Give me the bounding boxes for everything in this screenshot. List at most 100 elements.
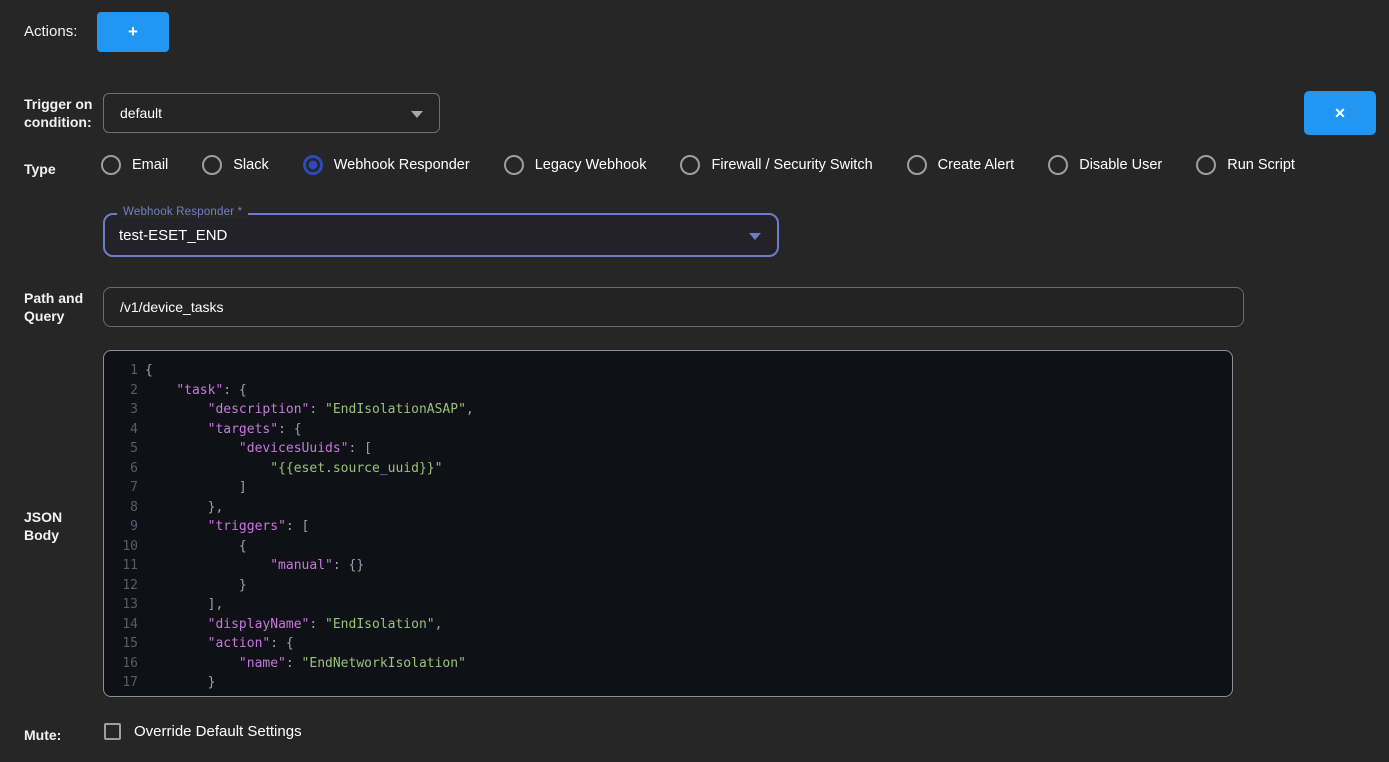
radio-label-run-script: Run Script xyxy=(1227,157,1295,173)
add-action-button[interactable]: + xyxy=(97,12,169,52)
line-number: 4 xyxy=(104,420,138,440)
code-line-14: 14 "displayName": "EndIsolation", xyxy=(104,615,1232,635)
radio-icon xyxy=(1196,155,1216,175)
radio-slack[interactable]: Slack xyxy=(202,155,268,175)
line-number: 10 xyxy=(104,537,138,557)
action-config-panel: Actions: + Trigger on condition: default… xyxy=(0,0,1389,762)
radio-label-email: Email xyxy=(132,157,168,173)
line-content: "action": { xyxy=(138,634,294,654)
code-lines: 1{2 "task": {3 "description": "EndIsolat… xyxy=(104,361,1232,697)
code-line-11: 11 "manual": {} xyxy=(104,556,1232,576)
line-content: }, xyxy=(138,498,223,518)
line-number: 18 xyxy=(104,693,138,698)
chevron-down-icon xyxy=(411,111,423,118)
code-line-12: 12 } xyxy=(104,576,1232,596)
code-line-1: 1{ xyxy=(104,361,1232,381)
line-number: 17 xyxy=(104,673,138,693)
path-query-label: Path and Query xyxy=(24,289,83,325)
radio-icon xyxy=(1048,155,1068,175)
line-content: } xyxy=(138,576,247,596)
line-number: 5 xyxy=(104,439,138,459)
line-number: 3 xyxy=(104,400,138,420)
webhook-responder-select[interactable]: Webhook Responder * test-ESET_END xyxy=(103,213,779,257)
radio-icon xyxy=(680,155,700,175)
code-line-4: 4 "targets": { xyxy=(104,420,1232,440)
line-content: "description": "EndIsolationASAP", xyxy=(138,400,474,420)
radio-label-disable-user: Disable User xyxy=(1079,157,1162,173)
remove-action-button[interactable]: ✕ xyxy=(1304,91,1376,135)
line-number: 12 xyxy=(104,576,138,596)
code-line-15: 15 "action": { xyxy=(104,634,1232,654)
line-content: "task": { xyxy=(138,381,247,401)
code-line-10: 10 { xyxy=(104,537,1232,557)
radio-email[interactable]: Email xyxy=(101,155,168,175)
mute-override-row: Override Default Settings xyxy=(104,723,302,740)
radio-icon xyxy=(504,155,524,175)
line-content: "triggers": [ xyxy=(138,517,309,537)
radio-icon xyxy=(907,155,927,175)
line-number: 15 xyxy=(104,634,138,654)
line-number: 6 xyxy=(104,459,138,479)
code-line-2: 2 "task": { xyxy=(104,381,1232,401)
line-number: 1 xyxy=(104,361,138,381)
line-content: "devicesUuids": [ xyxy=(138,439,372,459)
webhook-responder-floating-label: Webhook Responder * xyxy=(117,206,248,218)
radio-icon xyxy=(303,155,323,175)
radio-legacy-webhook[interactable]: Legacy Webhook xyxy=(504,155,647,175)
line-content: } xyxy=(138,693,184,698)
radio-disable-user[interactable]: Disable User xyxy=(1048,155,1162,175)
radio-label-legacy-webhook: Legacy Webhook xyxy=(535,157,647,173)
code-line-16: 16 "name": "EndNetworkIsolation" xyxy=(104,654,1232,674)
radio-icon xyxy=(101,155,121,175)
line-content: { xyxy=(138,537,247,557)
code-line-7: 7 ] xyxy=(104,478,1232,498)
path-query-label-line2: Query xyxy=(24,307,83,325)
trigger-condition-label-line1: Trigger on xyxy=(24,95,92,113)
mute-label: Mute: xyxy=(24,726,61,744)
radio-firewall-security-switch[interactable]: Firewall / Security Switch xyxy=(680,155,872,175)
code-line-18: 18 } xyxy=(104,693,1232,698)
json-body-label-line1: JSON xyxy=(24,508,62,526)
radio-label-webhook-responder: Webhook Responder xyxy=(334,157,470,173)
line-number: 11 xyxy=(104,556,138,576)
trigger-condition-label: Trigger on condition: xyxy=(24,95,92,131)
type-radio-group: Email Slack Webhook Responder Legacy Webhoo… xyxy=(101,155,1295,175)
line-number: 13 xyxy=(104,595,138,615)
radio-create-alert[interactable]: Create Alert xyxy=(907,155,1015,175)
radio-webhook-responder[interactable]: Webhook Responder xyxy=(303,155,470,175)
actions-label: Actions: xyxy=(24,23,77,41)
radio-label-create-alert: Create Alert xyxy=(938,157,1015,173)
line-number: 8 xyxy=(104,498,138,518)
trigger-condition-label-line2: condition: xyxy=(24,113,92,131)
code-line-17: 17 } xyxy=(104,673,1232,693)
line-number: 9 xyxy=(104,517,138,537)
line-number: 16 xyxy=(104,654,138,674)
radio-icon xyxy=(202,155,222,175)
line-content: { xyxy=(138,361,153,381)
radio-label-slack: Slack xyxy=(233,157,268,173)
type-label: Type xyxy=(24,160,56,178)
line-content: "manual": {} xyxy=(138,556,364,576)
radio-label-firewall-security-switch: Firewall / Security Switch xyxy=(711,157,872,173)
radio-run-script[interactable]: Run Script xyxy=(1196,155,1295,175)
trigger-condition-select[interactable]: default xyxy=(103,93,440,133)
line-number: 7 xyxy=(104,478,138,498)
line-content: "targets": { xyxy=(138,420,302,440)
line-content: "name": "EndNetworkIsolation" xyxy=(138,654,466,674)
line-content: "{{eset.source_uuid}}" xyxy=(138,459,442,479)
chevron-down-icon xyxy=(749,233,761,240)
code-line-8: 8 }, xyxy=(104,498,1232,518)
code-line-5: 5 "devicesUuids": [ xyxy=(104,439,1232,459)
path-query-input[interactable] xyxy=(103,287,1244,327)
line-content: ] xyxy=(138,478,247,498)
code-line-9: 9 "triggers": [ xyxy=(104,517,1232,537)
json-body-label: JSON Body xyxy=(24,508,62,544)
code-line-6: 6 "{{eset.source_uuid}}" xyxy=(104,459,1232,479)
json-body-label-line2: Body xyxy=(24,526,62,544)
line-number: 2 xyxy=(104,381,138,401)
override-default-settings-label: Override Default Settings xyxy=(134,723,302,740)
json-body-editor[interactable]: 1{2 "task": {3 "description": "EndIsolat… xyxy=(103,350,1233,697)
trigger-condition-selected-value: default xyxy=(120,105,162,121)
override-default-settings-checkbox[interactable] xyxy=(104,723,121,740)
code-line-13: 13 ], xyxy=(104,595,1232,615)
